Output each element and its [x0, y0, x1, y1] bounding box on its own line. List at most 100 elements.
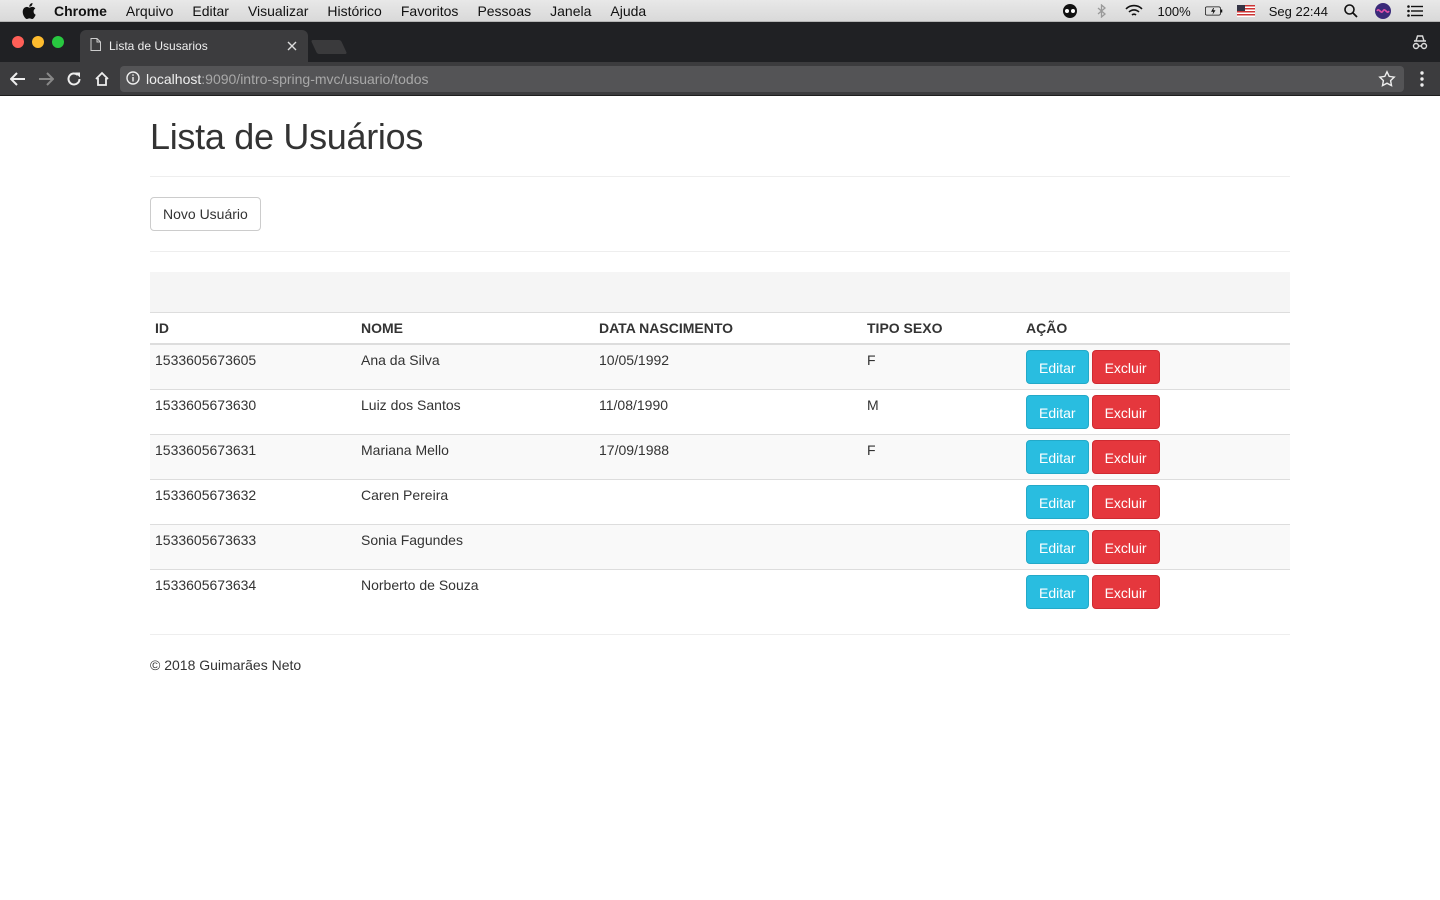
close-window-button[interactable] — [12, 36, 24, 48]
edit-button[interactable]: Editar — [1026, 574, 1089, 609]
column-header-tipo-sexo: TIPO SEXO — [862, 313, 1021, 345]
menu-pessoas[interactable]: Pessoas — [477, 3, 531, 19]
cell-data-nascimento: 11/08/1990 — [594, 388, 862, 434]
table-row: 1533605673605 Ana da Silva 10/05/1992 F … — [150, 344, 1290, 389]
divider — [150, 176, 1290, 177]
browser-toolbar: localhost:9090/intro-spring-mvc/usuario/… — [0, 62, 1440, 96]
incognito-icon[interactable] — [1410, 32, 1430, 52]
menu-bar-status-area: 100% Seg 22:44 — [1061, 0, 1424, 22]
page-title: Lista de Usuários — [150, 116, 424, 157]
more-menu-icon[interactable] — [1416, 70, 1428, 88]
delete-button[interactable]: Excluir — [1091, 394, 1160, 429]
column-header-nome: NOME — [356, 313, 594, 345]
url-path: :9090/intro-spring-mvc/usuario/todos — [201, 71, 429, 87]
menu-chrome[interactable]: Chrome — [54, 3, 107, 19]
address-bar[interactable]: localhost:9090/intro-spring-mvc/usuario/… — [120, 66, 1404, 92]
siri-icon[interactable] — [1374, 3, 1392, 19]
divider — [150, 634, 1290, 635]
cell-data-nascimento — [594, 523, 862, 569]
edit-button[interactable]: Editar — [1026, 394, 1089, 429]
minimize-window-button[interactable] — [32, 36, 44, 48]
footer-copyright: © 2018 Guimarães Neto — [150, 657, 302, 673]
url-host: localhost — [146, 71, 202, 87]
bluetooth-icon[interactable] — [1093, 3, 1111, 19]
cell-data-nascimento — [594, 478, 862, 524]
back-arrow-icon[interactable] — [8, 69, 28, 89]
table-header-row: ID NOME DATA NASCIMENTO TIPO SEXO AÇÃO — [150, 313, 1290, 345]
cell-tipo-sexo — [862, 523, 1021, 569]
cell-tipo-sexo — [862, 478, 1021, 524]
cell-nome: Luiz dos Santos — [356, 388, 594, 434]
cell-actions: Editar Excluir — [1021, 568, 1290, 614]
table-row: 1533605673633 Sonia Fagundes Editar Exclu… — [150, 523, 1290, 569]
glasses-icon[interactable] — [1061, 3, 1079, 19]
notification-center-icon[interactable] — [1406, 3, 1424, 19]
clock[interactable]: Seg 22:44 — [1269, 4, 1328, 19]
edit-button[interactable]: Editar — [1026, 529, 1089, 564]
delete-button[interactable]: Excluir — [1091, 529, 1160, 564]
cell-id: 1533605673634 — [150, 568, 356, 614]
delete-button[interactable]: Excluir — [1091, 439, 1160, 474]
delete-button[interactable]: Excluir — [1091, 350, 1160, 384]
menu-favoritos[interactable]: Favoritos — [401, 3, 459, 19]
column-header-acao: AÇÃO — [1021, 313, 1290, 345]
column-header-id: ID — [150, 313, 356, 345]
cell-tipo-sexo — [862, 568, 1021, 614]
macos-menu-bar: Chrome Arquivo Editar Visualizar Históri… — [0, 0, 1440, 22]
us-flag-icon[interactable] — [1236, 3, 1255, 19]
info-icon[interactable] — [126, 70, 140, 88]
battery-percentage: 100% — [1157, 3, 1191, 19]
browser-tab-active[interactable]: Lista de Ususarios — [80, 30, 308, 62]
cell-actions: Editar Excluir — [1021, 478, 1290, 524]
cell-id: 1533605673632 — [150, 478, 356, 524]
cell-id: 1533605673631 — [150, 433, 356, 479]
edit-button[interactable]: Editar — [1026, 350, 1089, 384]
close-tab-icon[interactable] — [284, 38, 300, 54]
page-icon — [90, 38, 101, 54]
cell-nome: Sonia Fagundes — [356, 523, 594, 569]
edit-button[interactable]: Editar — [1026, 439, 1089, 474]
new-tab-button[interactable] — [310, 40, 348, 54]
table-row: 1533605673631 Mariana Mello 17/09/1988 F… — [150, 433, 1290, 479]
cell-tipo-sexo: F — [867, 352, 876, 368]
table-row: 1533605673634 Norberto de Souza Editar Ex… — [150, 568, 1290, 614]
delete-button[interactable]: Excluir — [1091, 484, 1160, 519]
panel-heading — [150, 272, 1290, 313]
new-user-button[interactable]: Novo Usuário — [150, 197, 261, 231]
home-icon[interactable] — [92, 69, 112, 89]
maximize-window-button[interactable] — [52, 36, 64, 48]
cell-id: 1533605673630 — [150, 388, 356, 434]
menu-janela[interactable]: Janela — [550, 3, 591, 19]
spotlight-search-icon[interactable] — [1342, 3, 1360, 19]
column-header-data-nascimento: DATA NASCIMENTO — [594, 313, 862, 345]
cell-id: 1533605673633 — [150, 523, 356, 569]
edit-button[interactable]: Editar — [1026, 484, 1089, 519]
cell-nome: Caren Pereira — [356, 478, 594, 524]
cell-data-nascimento: 10/05/1992 — [599, 352, 670, 368]
delete-button[interactable]: Excluir — [1091, 574, 1160, 609]
table-row: 1533605673630 Luiz dos Santos 11/08/1990… — [150, 388, 1290, 434]
cell-actions: Editar Excluir — [1021, 344, 1290, 389]
cell-tipo-sexo: F — [862, 433, 1021, 479]
cell-tipo-sexo: M — [862, 388, 1021, 434]
cell-actions: Editar Excluir — [1021, 523, 1290, 569]
cell-nome: Norberto de Souza — [356, 568, 594, 614]
cell-nome: Ana da Silva — [361, 352, 440, 368]
menu-ajuda[interactable]: Ajuda — [610, 3, 646, 19]
bookmark-star-icon[interactable] — [1378, 70, 1396, 88]
menu-historico[interactable]: Histórico — [327, 3, 381, 19]
battery-icon[interactable] — [1204, 3, 1223, 19]
cell-nome: Mariana Mello — [356, 433, 594, 479]
menu-arquivo[interactable]: Arquivo — [126, 3, 173, 19]
cell-actions: Editar Excluir — [1021, 433, 1290, 479]
menu-visualizar[interactable]: Visualizar — [248, 3, 308, 19]
wifi-icon[interactable] — [1125, 3, 1144, 19]
table-row: 1533605673632 Caren Pereira Editar Exclui… — [150, 478, 1290, 524]
divider — [150, 251, 1290, 252]
cell-id: 1533605673605 — [155, 352, 257, 368]
reload-icon[interactable] — [64, 69, 84, 89]
forward-arrow-icon[interactable] — [36, 69, 56, 89]
page-content: Lista de Usuários Novo Usuário ID NOME D… — [150, 97, 1290, 673]
menu-editar[interactable]: Editar — [192, 3, 229, 19]
apple-icon[interactable] — [20, 2, 38, 20]
